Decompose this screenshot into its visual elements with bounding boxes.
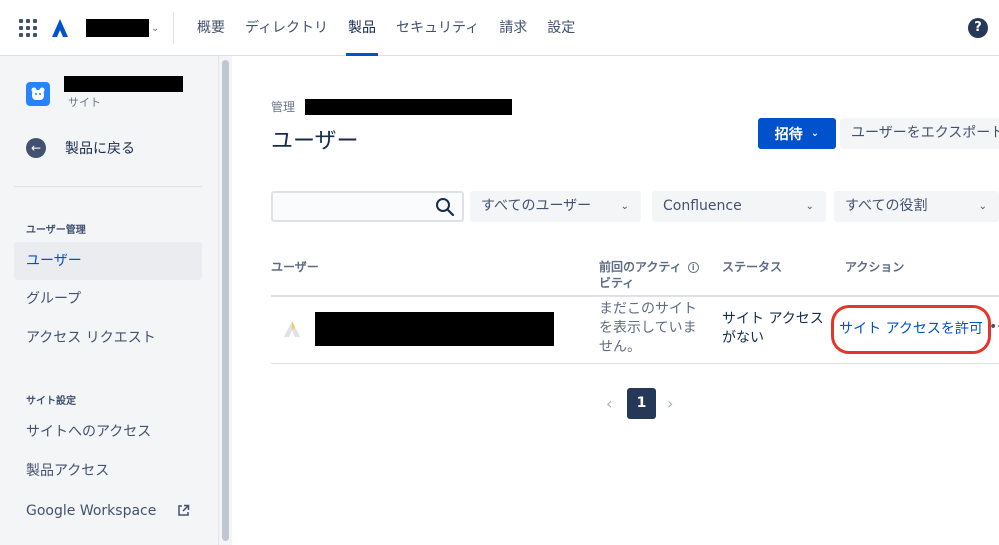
sidebar-item-groups[interactable]: グループ xyxy=(14,280,202,318)
search-input[interactable] xyxy=(277,195,427,218)
sidebar-item-users[interactable]: ユーザー xyxy=(14,242,202,280)
arrow-left-icon: ← xyxy=(26,138,46,158)
table-cell-status: サイト アクセス がない xyxy=(722,310,824,348)
column-header-status[interactable]: ステータス xyxy=(722,259,782,275)
redacted-user-name[interactable] xyxy=(315,312,554,346)
breadcrumb: 管理 xyxy=(271,98,513,115)
cell-line: を表示していま xyxy=(599,320,697,336)
filter-roles[interactable]: すべての役割 ⌄ xyxy=(834,191,999,222)
chevron-down-icon: ⌄ xyxy=(620,201,629,212)
app-switcher-icon[interactable] xyxy=(19,19,37,37)
export-users-button[interactable]: ユーザーをエクスポート xyxy=(840,118,999,149)
back-label: 製品に戻る xyxy=(65,141,135,157)
nav-tabs: 概要 ディレクトリ 製品 セキュリティ 請求 設定 xyxy=(187,0,585,56)
sidebar-item-label: Google Workspace xyxy=(26,503,157,519)
nav-tab-products[interactable]: 製品 xyxy=(338,0,386,56)
table-header-divider xyxy=(271,295,999,297)
cell-line: まだこのサイト xyxy=(599,301,697,317)
organization-selector[interactable]: ⌄ xyxy=(86,18,160,38)
page-title: ユーザー xyxy=(271,129,359,154)
nav-tab-billing[interactable]: 請求 xyxy=(489,0,537,56)
table-row-divider xyxy=(271,363,999,364)
chevron-down-icon: ⌄ xyxy=(978,201,987,212)
chevron-down-icon: ⌄ xyxy=(151,22,160,34)
back-to-products-link[interactable]: ← 製品に戻る xyxy=(26,136,135,160)
invite-label: 招待 xyxy=(774,126,803,143)
chevron-down-icon: ⌄ xyxy=(805,201,814,212)
table-cell-last-activity: まだこのサイト を表示していま せん。 xyxy=(599,300,697,357)
sidebar-scrollbar[interactable] xyxy=(218,56,232,545)
filter-label: すべてのユーザー xyxy=(481,198,592,214)
top-navigation: ⌄ 概要 ディレクトリ 製品 セキュリティ 請求 設定 ? xyxy=(0,0,999,56)
nav-tab-overview[interactable]: 概要 xyxy=(187,0,235,56)
sidebar-item-product-access[interactable]: 製品アクセス xyxy=(14,452,202,490)
pagination-prev-icon[interactable]: ‹ xyxy=(606,394,612,413)
atlassian-logo-icon[interactable] xyxy=(51,18,69,38)
redacted-site-name xyxy=(64,76,183,92)
cell-line: がない xyxy=(722,330,764,346)
info-icon[interactable]: i xyxy=(687,262,699,273)
column-header-user[interactable]: ユーザー xyxy=(271,259,319,275)
redacted-breadcrumb-site xyxy=(305,98,513,115)
sidebar-divider xyxy=(14,186,202,187)
search-icon[interactable] xyxy=(435,197,455,217)
sidebar: サイト ← 製品に戻る ユーザー管理 ユーザー グループ アクセス リクエスト … xyxy=(0,56,218,545)
section-heading-user-management: ユーザー管理 xyxy=(26,225,86,236)
external-link-icon xyxy=(178,504,190,516)
search-field[interactable] xyxy=(271,191,464,222)
pagination-next-icon[interactable]: › xyxy=(667,394,673,413)
nav-tab-settings[interactable]: 設定 xyxy=(537,0,585,56)
grant-site-access-link[interactable]: サイト アクセスを許可 xyxy=(831,305,991,354)
filter-label: Confluence xyxy=(663,198,742,214)
nav-tab-security[interactable]: セキュリティ xyxy=(386,0,489,56)
pagination-page-current[interactable]: 1 xyxy=(627,388,656,419)
scrollbar-thumb[interactable] xyxy=(222,60,229,541)
sidebar-item-access-requests[interactable]: アクセス リクエスト xyxy=(14,319,202,357)
cell-line: せん。 xyxy=(599,339,641,355)
column-header-actions: アクション xyxy=(845,260,905,274)
nav-tab-directory[interactable]: ディレクトリ xyxy=(235,0,338,56)
filter-product[interactable]: Confluence ⌄ xyxy=(652,191,826,222)
sidebar-item-google-workspace[interactable]: Google Workspace xyxy=(14,492,202,530)
user-avatar-icon xyxy=(284,321,300,337)
nav-divider xyxy=(173,12,174,44)
filter-all-users[interactable]: すべてのユーザー ⌄ xyxy=(470,191,641,222)
chevron-down-icon: ⌄ xyxy=(810,128,820,139)
more-actions-icon[interactable]: •• xyxy=(989,319,999,335)
invite-button[interactable]: 招待 ⌄ xyxy=(758,118,836,149)
site-subtitle: サイト xyxy=(68,96,101,109)
redacted-org-name xyxy=(86,19,149,37)
cell-line: サイト アクセス xyxy=(722,311,824,327)
header-line: 前回のアクティ xyxy=(599,260,682,274)
sidebar-item-site-access[interactable]: サイトへのアクセス xyxy=(14,413,202,451)
section-heading-site-settings: サイト設定 xyxy=(26,396,76,407)
header-line: ビティ xyxy=(599,276,635,290)
column-header-last-activity[interactable]: 前回のアクティ i ビティ xyxy=(599,259,709,291)
sidebar-item-partial[interactable] xyxy=(14,531,202,545)
filter-label: すべての役割 xyxy=(845,198,928,214)
breadcrumb-admin[interactable]: 管理 xyxy=(271,98,295,115)
help-icon[interactable]: ? xyxy=(968,18,988,38)
confluence-site-icon xyxy=(26,82,50,106)
